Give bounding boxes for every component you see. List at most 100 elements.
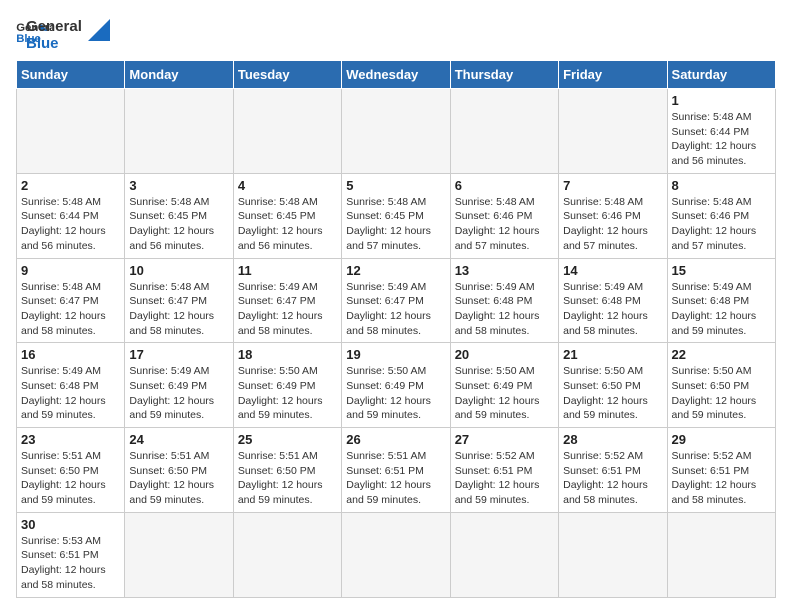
calendar-day-cell: 27Sunrise: 5:52 AMSunset: 6:51 PMDayligh… <box>450 428 558 513</box>
day-info: Sunrise: 5:50 AMSunset: 6:49 PMDaylight:… <box>346 364 445 423</box>
day-info: Sunrise: 5:52 AMSunset: 6:51 PMDaylight:… <box>672 449 771 508</box>
day-info: Sunrise: 5:48 AMSunset: 6:46 PMDaylight:… <box>455 195 554 254</box>
calendar-day-cell: 30 Sunrise: 5:53 AMSunset: 6:51 PMDayligh… <box>17 512 125 597</box>
day-number: 21 <box>563 347 662 362</box>
calendar-week-row: 9 Sunrise: 5:48 AMSunset: 6:47 PMDaylight… <box>17 258 776 343</box>
calendar-day-cell: 19 Sunrise: 5:50 AMSunset: 6:49 PMDayligh… <box>342 343 450 428</box>
day-number: 4 <box>238 178 337 193</box>
day-number: 3 <box>129 178 228 193</box>
day-info: Sunrise: 5:50 AMSunset: 6:50 PMDaylight:… <box>563 364 662 423</box>
day-info: Sunrise: 5:48 AMSunset: 6:44 PMDaylight:… <box>21 195 120 254</box>
day-number: 12 <box>346 263 445 278</box>
day-info: Sunrise: 5:49 AMSunset: 6:47 PMDaylight:… <box>238 280 337 339</box>
calendar-day-cell <box>667 512 775 597</box>
day-info: Sunrise: 5:51 AMSunset: 6:51 PMDaylight:… <box>346 449 445 508</box>
calendar-day-cell: 22 Sunrise: 5:50 AMSunset: 6:50 PMDayligh… <box>667 343 775 428</box>
calendar-day-cell: 21 Sunrise: 5:50 AMSunset: 6:50 PMDayligh… <box>559 343 667 428</box>
calendar-day-cell: 11Sunrise: 5:49 AMSunset: 6:47 PMDayligh… <box>233 258 341 343</box>
calendar-week-row: 16Sunrise: 5:49 AMSunset: 6:48 PMDayligh… <box>17 343 776 428</box>
calendar-day-cell <box>233 89 341 174</box>
day-number: 18 <box>238 347 337 362</box>
calendar-day-cell <box>559 89 667 174</box>
day-info: Sunrise: 5:49 AMSunset: 6:48 PMDaylight:… <box>455 280 554 339</box>
calendar-day-cell <box>342 512 450 597</box>
calendar-day-cell: 16Sunrise: 5:49 AMSunset: 6:48 PMDayligh… <box>17 343 125 428</box>
calendar-day-cell: 18 Sunrise: 5:50 AMSunset: 6:49 PMDayligh… <box>233 343 341 428</box>
day-info: Sunrise: 5:51 AMSunset: 6:50 PMDaylight:… <box>129 449 228 508</box>
day-info: Sunrise: 5:49 AMSunset: 6:48 PMDaylight:… <box>21 364 120 423</box>
day-number: 28 <box>563 432 662 447</box>
calendar-day-cell: 4 Sunrise: 5:48 AMSunset: 6:45 PMDaylight… <box>233 173 341 258</box>
calendar-day-cell <box>125 89 233 174</box>
day-number: 20 <box>455 347 554 362</box>
day-info: Sunrise: 5:53 AMSunset: 6:51 PMDaylight:… <box>21 534 120 593</box>
day-number: 6 <box>455 178 554 193</box>
day-info: Sunrise: 5:48 AMSunset: 6:47 PMDaylight:… <box>21 280 120 339</box>
header: General Blue General Blue <box>16 16 776 52</box>
day-info: Sunrise: 5:48 AMSunset: 6:46 PMDaylight:… <box>563 195 662 254</box>
day-number: 7 <box>563 178 662 193</box>
calendar-week-row: 23 Sunrise: 5:51 AMSunset: 6:50 PMDayligh… <box>17 428 776 513</box>
day-number: 19 <box>346 347 445 362</box>
calendar-day-cell: 15Sunrise: 5:49 AMSunset: 6:48 PMDayligh… <box>667 258 775 343</box>
day-info: Sunrise: 5:50 AMSunset: 6:49 PMDaylight:… <box>238 364 337 423</box>
calendar-day-cell: 6 Sunrise: 5:48 AMSunset: 6:46 PMDaylight… <box>450 173 558 258</box>
day-number: 23 <box>21 432 120 447</box>
day-number: 29 <box>672 432 771 447</box>
day-number: 17 <box>129 347 228 362</box>
day-info: Sunrise: 5:49 AMSunset: 6:47 PMDaylight:… <box>346 280 445 339</box>
logo-triangle-icon <box>88 19 110 41</box>
day-info: Sunrise: 5:51 AMSunset: 6:50 PMDaylight:… <box>21 449 120 508</box>
calendar-day-cell: 29 Sunrise: 5:52 AMSunset: 6:51 PMDayligh… <box>667 428 775 513</box>
calendar-day-cell <box>559 512 667 597</box>
day-number: 22 <box>672 347 771 362</box>
day-number: 15 <box>672 263 771 278</box>
day-number: 25 <box>238 432 337 447</box>
calendar-day-cell: 20 Sunrise: 5:50 AMSunset: 6:49 PMDayligh… <box>450 343 558 428</box>
day-info: Sunrise: 5:49 AMSunset: 6:48 PMDaylight:… <box>563 280 662 339</box>
calendar-day-cell: 5Sunrise: 5:48 AMSunset: 6:45 PMDaylight… <box>342 173 450 258</box>
day-number: 13 <box>455 263 554 278</box>
day-info: Sunrise: 5:49 AMSunset: 6:49 PMDaylight:… <box>129 364 228 423</box>
calendar-day-cell: 25 Sunrise: 5:51 AMSunset: 6:50 PMDayligh… <box>233 428 341 513</box>
day-number: 30 <box>21 517 120 532</box>
calendar-table: SundayMondayTuesdayWednesdayThursdayFrid… <box>16 60 776 598</box>
weekday-header-saturday: Saturday <box>667 61 775 89</box>
day-number: 27 <box>455 432 554 447</box>
calendar-week-row: 1Sunrise: 5:48 AMSunset: 6:44 PMDaylight… <box>17 89 776 174</box>
calendar-day-cell: 23 Sunrise: 5:51 AMSunset: 6:50 PMDayligh… <box>17 428 125 513</box>
day-info: Sunrise: 5:52 AMSunset: 6:51 PMDaylight:… <box>563 449 662 508</box>
calendar-day-cell <box>125 512 233 597</box>
calendar-day-cell: 14Sunrise: 5:49 AMSunset: 6:48 PMDayligh… <box>559 258 667 343</box>
calendar-day-cell: 1Sunrise: 5:48 AMSunset: 6:44 PMDaylight… <box>667 89 775 174</box>
weekday-header-sunday: Sunday <box>17 61 125 89</box>
calendar-day-cell: 28 Sunrise: 5:52 AMSunset: 6:51 PMDayligh… <box>559 428 667 513</box>
logo: General Blue General Blue <box>16 16 110 52</box>
day-info: Sunrise: 5:48 AMSunset: 6:45 PMDaylight:… <box>238 195 337 254</box>
day-info: Sunrise: 5:48 AMSunset: 6:45 PMDaylight:… <box>346 195 445 254</box>
weekday-header-thursday: Thursday <box>450 61 558 89</box>
day-info: Sunrise: 5:48 AMSunset: 6:46 PMDaylight:… <box>672 195 771 254</box>
calendar-day-cell: 10Sunrise: 5:48 AMSunset: 6:47 PMDayligh… <box>125 258 233 343</box>
day-number: 2 <box>21 178 120 193</box>
calendar-day-cell <box>450 512 558 597</box>
day-number: 24 <box>129 432 228 447</box>
weekday-header-monday: Monday <box>125 61 233 89</box>
calendar-day-cell: 7 Sunrise: 5:48 AMSunset: 6:46 PMDaylight… <box>559 173 667 258</box>
day-number: 1 <box>672 93 771 108</box>
calendar-day-cell: 24 Sunrise: 5:51 AMSunset: 6:50 PMDayligh… <box>125 428 233 513</box>
weekday-header-friday: Friday <box>559 61 667 89</box>
calendar-day-cell: 9 Sunrise: 5:48 AMSunset: 6:47 PMDaylight… <box>17 258 125 343</box>
calendar-day-cell <box>233 512 341 597</box>
weekday-header-tuesday: Tuesday <box>233 61 341 89</box>
day-info: Sunrise: 5:50 AMSunset: 6:49 PMDaylight:… <box>455 364 554 423</box>
weekday-header-wednesday: Wednesday <box>342 61 450 89</box>
day-number: 8 <box>672 178 771 193</box>
logo-general: General <box>26 18 82 35</box>
calendar-day-cell: 26Sunrise: 5:51 AMSunset: 6:51 PMDayligh… <box>342 428 450 513</box>
day-number: 9 <box>21 263 120 278</box>
calendar-day-cell <box>342 89 450 174</box>
day-info: Sunrise: 5:51 AMSunset: 6:50 PMDaylight:… <box>238 449 337 508</box>
day-info: Sunrise: 5:50 AMSunset: 6:50 PMDaylight:… <box>672 364 771 423</box>
calendar-day-cell: 12 Sunrise: 5:49 AMSunset: 6:47 PMDayligh… <box>342 258 450 343</box>
